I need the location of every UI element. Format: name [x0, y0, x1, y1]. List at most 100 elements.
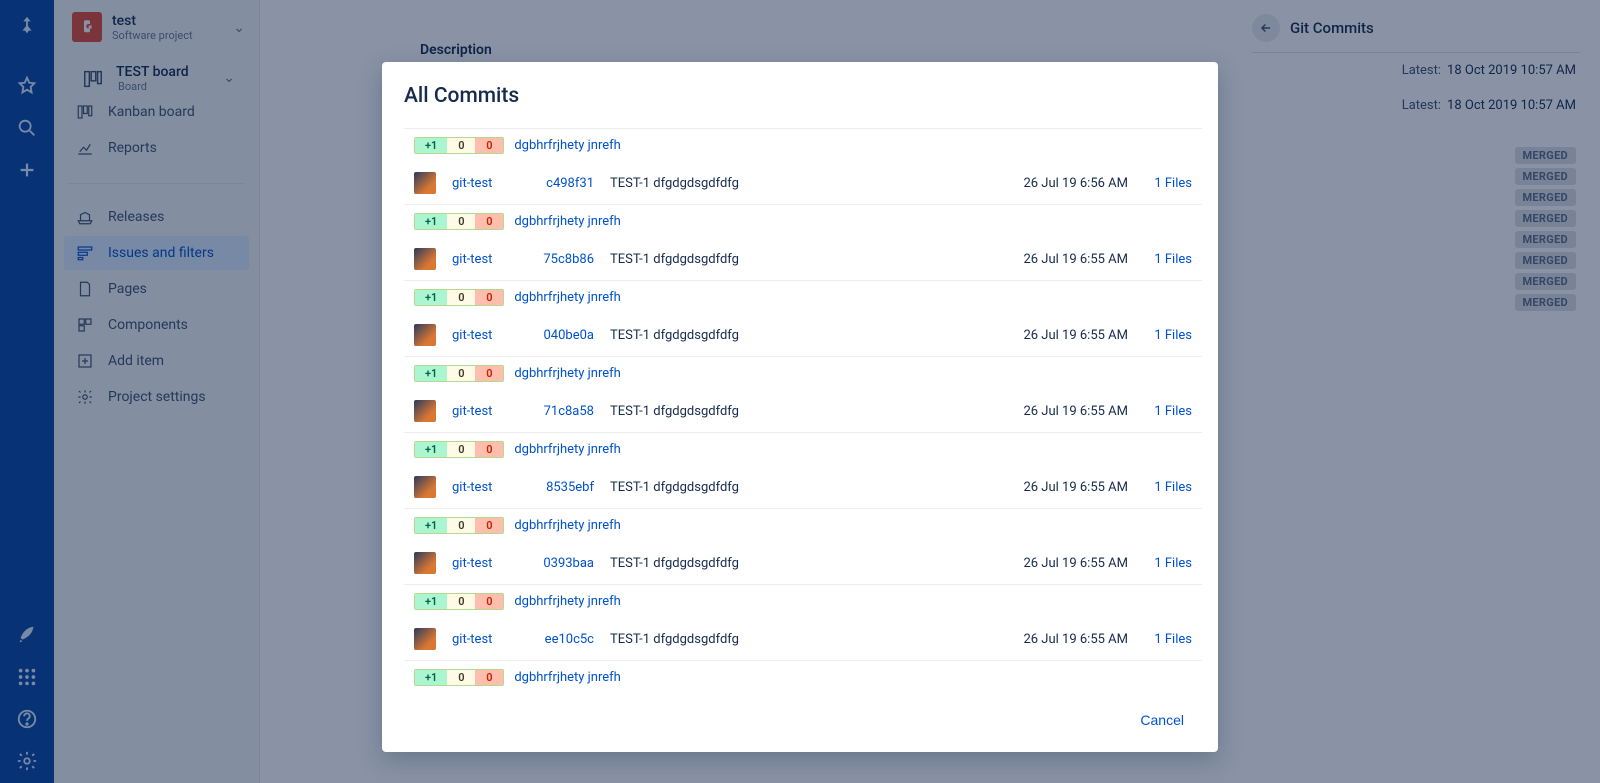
diff-modified: 0 — [447, 518, 475, 533]
avatar — [414, 552, 436, 574]
branch-link[interactable]: dgbhrfrjhety jnrefh — [514, 290, 620, 305]
commit-message: TEST-1 dfgdgdsgdfdfg — [610, 252, 972, 267]
diff-added: +1 — [415, 290, 447, 305]
branch-link[interactable]: dgbhrfrjhety jnrefh — [514, 366, 620, 381]
files-link[interactable]: 1 Files — [1144, 632, 1192, 647]
diff-added: +1 — [415, 594, 447, 609]
branch-link[interactable]: dgbhrfrjhety jnrefh — [514, 442, 620, 457]
diff-stats: +1 0 0 — [414, 669, 504, 686]
commit-message: TEST-1 dfgdgdsgdfdfg — [610, 480, 972, 495]
commit-sha-link[interactable]: 8535ebf — [524, 480, 594, 495]
commit-sha-link[interactable]: ee10c5c — [524, 632, 594, 647]
repo-link[interactable]: git-test — [452, 404, 508, 419]
repo-link[interactable]: git-test — [452, 556, 508, 571]
avatar — [414, 400, 436, 422]
commit-group-header: +1 0 0 dgbhrfrjhety jnrefh — [404, 585, 1202, 618]
avatar — [414, 248, 436, 270]
commit-message: TEST-1 dfgdgdsgdfdfg — [610, 328, 972, 343]
modal-overlay[interactable]: All Commits +1 0 0 dgbhrfrjhety jnrefh g… — [0, 0, 1600, 783]
diff-modified: 0 — [447, 594, 475, 609]
avatar — [414, 324, 436, 346]
repo-link[interactable]: git-test — [452, 176, 508, 191]
branch-link[interactable]: dgbhrfrjhety jnrefh — [514, 214, 620, 229]
commit-date: 26 Jul 19 6:55 AM — [988, 252, 1128, 267]
diff-deleted: 0 — [475, 442, 503, 457]
all-commits-modal: All Commits +1 0 0 dgbhrfrjhety jnrefh g… — [382, 62, 1218, 752]
diff-stats: +1 0 0 — [414, 593, 504, 610]
avatar — [414, 628, 436, 650]
commit-group-header: +1 0 0 dgbhrfrjhety jnrefh — [404, 205, 1202, 238]
repo-link[interactable]: git-test — [452, 632, 508, 647]
commit-group-header: +1 0 0 dgbhrfrjhety jnrefh — [404, 128, 1202, 162]
diff-modified: 0 — [447, 366, 475, 381]
commit-message: TEST-1 dfgdgdsgdfdfg — [610, 176, 972, 191]
files-link[interactable]: 1 Files — [1144, 252, 1192, 267]
repo-link[interactable]: git-test — [452, 252, 508, 267]
files-link[interactable]: 1 Files — [1144, 328, 1192, 343]
branch-link[interactable]: dgbhrfrjhety jnrefh — [514, 518, 620, 533]
commit-message: TEST-1 dfgdgdsgdfdfg — [610, 632, 972, 647]
diff-added: +1 — [415, 138, 447, 153]
diff-deleted: 0 — [475, 670, 503, 685]
diff-added: +1 — [415, 518, 447, 533]
files-link[interactable]: 1 Files — [1144, 480, 1192, 495]
commit-row: git-test c498f31 TEST-1 dfgdgdsgdfdfg 26… — [404, 162, 1202, 205]
commit-sha-link[interactable]: 75c8b86 — [524, 252, 594, 267]
diff-stats: +1 0 0 — [414, 137, 504, 154]
branch-link[interactable]: dgbhrfrjhety jnrefh — [514, 138, 620, 153]
commit-row: git-test 8535ebf TEST-1 dfgdgdsgdfdfg 26… — [404, 466, 1202, 509]
commit-row: git-test ee10c5c TEST-1 dfgdgdsgdfdfg 26… — [404, 618, 1202, 661]
commit-sha-link[interactable]: 0393baa — [524, 556, 594, 571]
repo-link[interactable]: git-test — [452, 328, 508, 343]
cancel-button[interactable]: Cancel — [1130, 706, 1194, 734]
diff-stats: +1 0 0 — [414, 517, 504, 534]
avatar — [414, 172, 436, 194]
commit-date: 26 Jul 19 6:55 AM — [988, 556, 1128, 571]
avatar — [414, 476, 436, 498]
diff-stats: +1 0 0 — [414, 213, 504, 230]
commit-row: git-test 040be0a TEST-1 dfgdgdsgdfdfg 26… — [404, 314, 1202, 357]
diff-added: +1 — [415, 214, 447, 229]
commit-date: 26 Jul 19 6:56 AM — [988, 176, 1128, 191]
diff-modified: 0 — [447, 290, 475, 305]
diff-deleted: 0 — [475, 518, 503, 533]
files-link[interactable]: 1 Files — [1144, 176, 1192, 191]
commit-date: 26 Jul 19 6:55 AM — [988, 404, 1128, 419]
commit-date: 26 Jul 19 6:55 AM — [988, 632, 1128, 647]
commit-date: 26 Jul 19 6:55 AM — [988, 328, 1128, 343]
commit-date: 26 Jul 19 6:55 AM — [988, 480, 1128, 495]
branch-link[interactable]: dgbhrfrjhety jnrefh — [514, 670, 620, 685]
diff-modified: 0 — [447, 670, 475, 685]
commit-group-header: +1 0 0 dgbhrfrjhety jnrefh — [404, 661, 1202, 690]
commit-row: git-test 75c8b86 TEST-1 dfgdgdsgdfdfg 26… — [404, 238, 1202, 281]
files-link[interactable]: 1 Files — [1144, 556, 1192, 571]
repo-link[interactable]: git-test — [452, 480, 508, 495]
commit-group-header: +1 0 0 dgbhrfrjhety jnrefh — [404, 357, 1202, 390]
diff-added: +1 — [415, 366, 447, 381]
diff-stats: +1 0 0 — [414, 441, 504, 458]
diff-deleted: 0 — [475, 366, 503, 381]
commit-row: git-test 71c8a58 TEST-1 dfgdgdsgdfdfg 26… — [404, 390, 1202, 433]
diff-modified: 0 — [447, 138, 475, 153]
diff-stats: +1 0 0 — [414, 289, 504, 306]
files-link[interactable]: 1 Files — [1144, 404, 1192, 419]
diff-stats: +1 0 0 — [414, 365, 504, 382]
commit-group-header: +1 0 0 dgbhrfrjhety jnrefh — [404, 509, 1202, 542]
diff-deleted: 0 — [475, 214, 503, 229]
diff-deleted: 0 — [475, 138, 503, 153]
modal-title: All Commits — [404, 84, 1208, 108]
commit-sha-link[interactable]: 71c8a58 — [524, 404, 594, 419]
diff-added: +1 — [415, 670, 447, 685]
commit-message: TEST-1 dfgdgdsgdfdfg — [610, 556, 972, 571]
diff-modified: 0 — [447, 214, 475, 229]
commit-sha-link[interactable]: c498f31 — [524, 176, 594, 191]
commit-row: git-test 0393baa TEST-1 dfgdgdsgdfdfg 26… — [404, 542, 1202, 585]
diff-modified: 0 — [447, 442, 475, 457]
diff-added: +1 — [415, 442, 447, 457]
commit-group-header: +1 0 0 dgbhrfrjhety jnrefh — [404, 281, 1202, 314]
branch-link[interactable]: dgbhrfrjhety jnrefh — [514, 594, 620, 609]
commit-sha-link[interactable]: 040be0a — [524, 328, 594, 343]
diff-deleted: 0 — [475, 290, 503, 305]
commit-list[interactable]: +1 0 0 dgbhrfrjhety jnrefh git-test c498… — [404, 128, 1208, 690]
commit-message: TEST-1 dfgdgdsgdfdfg — [610, 404, 972, 419]
